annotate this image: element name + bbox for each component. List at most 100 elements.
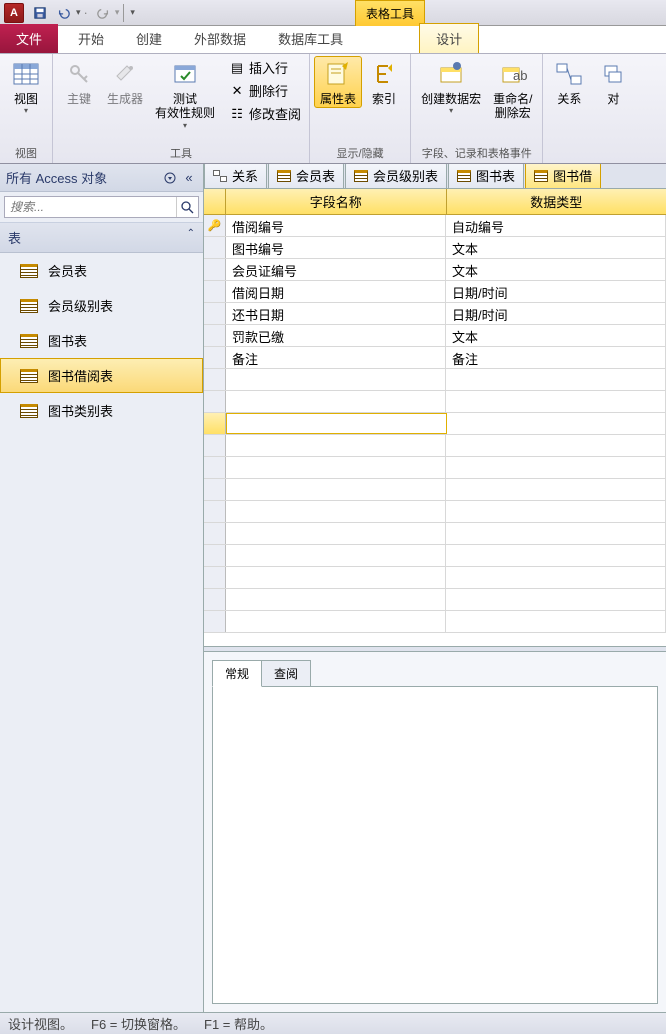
data-type-cell[interactable]: 日期/时间 <box>446 281 666 302</box>
property-tab-general[interactable]: 常规 <box>212 660 262 687</box>
field-name-cell[interactable] <box>226 545 446 566</box>
nav-item-table[interactable]: 会员表 <box>0 253 203 288</box>
row-selector[interactable] <box>204 435 226 456</box>
field-name-cell[interactable] <box>226 611 446 632</box>
design-grid-row[interactable] <box>204 435 666 457</box>
column-header-field-name[interactable]: 字段名称 <box>226 189 447 214</box>
indexes-button[interactable]: 索引 <box>362 56 406 108</box>
row-selector[interactable] <box>204 281 226 302</box>
relationships-button[interactable]: 关系 <box>547 56 591 108</box>
data-type-cell[interactable]: 文本 <box>446 259 666 280</box>
data-type-cell[interactable] <box>446 479 666 500</box>
document-tab[interactable]: 图书表 <box>448 164 524 188</box>
primary-key-button[interactable]: 主键 <box>57 56 101 108</box>
insert-rows-button[interactable]: ▤插入行 <box>225 56 305 79</box>
nav-item-table[interactable]: 会员级别表 <box>0 288 203 323</box>
row-selector[interactable] <box>204 259 226 280</box>
field-name-cell[interactable]: 借阅编号 <box>226 215 446 236</box>
data-type-cell[interactable]: 文本 <box>446 325 666 346</box>
data-type-cell[interactable] <box>446 589 666 610</box>
row-selector[interactable] <box>204 325 226 346</box>
design-grid-row[interactable]: 会员证编号文本 <box>204 259 666 281</box>
design-grid-row[interactable]: 图书编号文本 <box>204 237 666 259</box>
design-grid-row[interactable] <box>204 611 666 633</box>
row-selector[interactable] <box>204 589 226 610</box>
row-selector[interactable] <box>204 545 226 566</box>
object-dependencies-button[interactable]: 对 <box>591 56 635 108</box>
design-grid-row[interactable]: 还书日期日期/时间 <box>204 303 666 325</box>
ribbon-tab-create[interactable]: 创建 <box>120 24 178 53</box>
ribbon-tab-design[interactable]: 设计 <box>419 23 479 53</box>
nav-dropdown-button[interactable] <box>162 170 178 186</box>
field-name-cell[interactable] <box>226 457 446 478</box>
row-selector[interactable]: 🔑 <box>204 215 226 236</box>
modify-lookups-button[interactable]: ☷修改查阅 <box>225 102 305 125</box>
design-grid-row[interactable] <box>204 567 666 589</box>
data-type-cell[interactable] <box>446 391 666 412</box>
data-type-cell[interactable] <box>446 545 666 566</box>
field-name-cell[interactable]: 备注 <box>226 347 446 368</box>
data-type-cell[interactable]: 日期/时间 <box>446 303 666 324</box>
qat-undo-button[interactable] <box>54 3 74 23</box>
field-name-cell[interactable] <box>226 391 446 412</box>
row-selector[interactable] <box>204 523 226 544</box>
create-data-macro-button[interactable]: 创建数据宏 ▾ <box>415 56 487 117</box>
design-grid-row[interactable] <box>204 457 666 479</box>
design-grid-row[interactable] <box>204 391 666 413</box>
field-name-cell[interactable]: 图书编号 <box>226 237 446 258</box>
field-name-cell[interactable]: 罚款已缴 <box>226 325 446 346</box>
design-grid-row[interactable]: 罚款已缴文本 <box>204 325 666 347</box>
data-type-cell[interactable] <box>446 523 666 544</box>
ribbon-tab-database-tools[interactable]: 数据库工具 <box>262 24 359 53</box>
nav-search-button[interactable] <box>176 197 198 217</box>
row-selector[interactable] <box>204 303 226 324</box>
nav-search-input[interactable] <box>5 197 176 217</box>
data-type-cell[interactable] <box>446 567 666 588</box>
row-selector[interactable] <box>204 413 226 434</box>
field-name-cell[interactable]: 还书日期 <box>226 303 446 324</box>
nav-category-tables[interactable]: 表 ⌃ <box>0 222 203 253</box>
field-name-cell[interactable] <box>226 435 446 456</box>
row-selector[interactable] <box>204 391 226 412</box>
row-selector[interactable] <box>204 237 226 258</box>
design-grid-row[interactable]: 借阅日期日期/时间 <box>204 281 666 303</box>
document-tab[interactable]: 关系 <box>204 164 267 188</box>
field-name-cell[interactable]: 会员证编号 <box>226 259 446 280</box>
property-tab-lookup[interactable]: 查阅 <box>261 660 311 687</box>
data-type-cell[interactable] <box>447 413 666 434</box>
document-tab[interactable]: 图书借 <box>525 164 601 188</box>
rename-delete-macro-button[interactable]: ab 重命名/ 删除宏 <box>487 56 538 123</box>
field-name-cell[interactable] <box>226 567 446 588</box>
data-type-cell[interactable]: 自动编号 <box>446 215 666 236</box>
ribbon-tab-external-data[interactable]: 外部数据 <box>178 24 262 53</box>
design-grid-row[interactable] <box>204 501 666 523</box>
qat-customize-button[interactable]: ▾ <box>130 7 135 18</box>
row-selector[interactable] <box>204 567 226 588</box>
builder-button[interactable]: 生成器 <box>101 56 149 108</box>
data-type-cell[interactable]: 备注 <box>446 347 666 368</box>
nav-item-table[interactable]: 图书表 <box>0 323 203 358</box>
column-header-data-type[interactable]: 数据类型 <box>447 189 666 214</box>
design-grid-row[interactable] <box>204 589 666 611</box>
row-selector[interactable] <box>204 479 226 500</box>
data-type-cell[interactable]: 文本 <box>446 237 666 258</box>
row-selector[interactable] <box>204 501 226 522</box>
design-grid-row[interactable]: 备注备注 <box>204 347 666 369</box>
design-grid-row[interactable] <box>204 523 666 545</box>
nav-item-table[interactable]: 图书借阅表 <box>0 358 203 393</box>
row-selector[interactable] <box>204 611 226 632</box>
row-selector-header[interactable] <box>204 189 226 214</box>
ribbon-tab-home[interactable]: 开始 <box>62 24 120 53</box>
nav-item-table[interactable]: 图书类别表 <box>0 393 203 428</box>
design-grid-row[interactable] <box>204 369 666 391</box>
view-button[interactable]: 视图 ▾ <box>4 56 48 117</box>
field-name-cell[interactable] <box>226 413 447 434</box>
design-grid-row[interactable] <box>204 479 666 501</box>
row-selector[interactable] <box>204 457 226 478</box>
design-grid-row[interactable] <box>204 545 666 567</box>
ribbon-tab-file[interactable]: 文件 <box>0 24 58 53</box>
row-selector[interactable] <box>204 369 226 390</box>
qat-save-button[interactable] <box>30 3 50 23</box>
field-name-cell[interactable] <box>226 369 446 390</box>
document-tab[interactable]: 会员级别表 <box>345 164 447 188</box>
